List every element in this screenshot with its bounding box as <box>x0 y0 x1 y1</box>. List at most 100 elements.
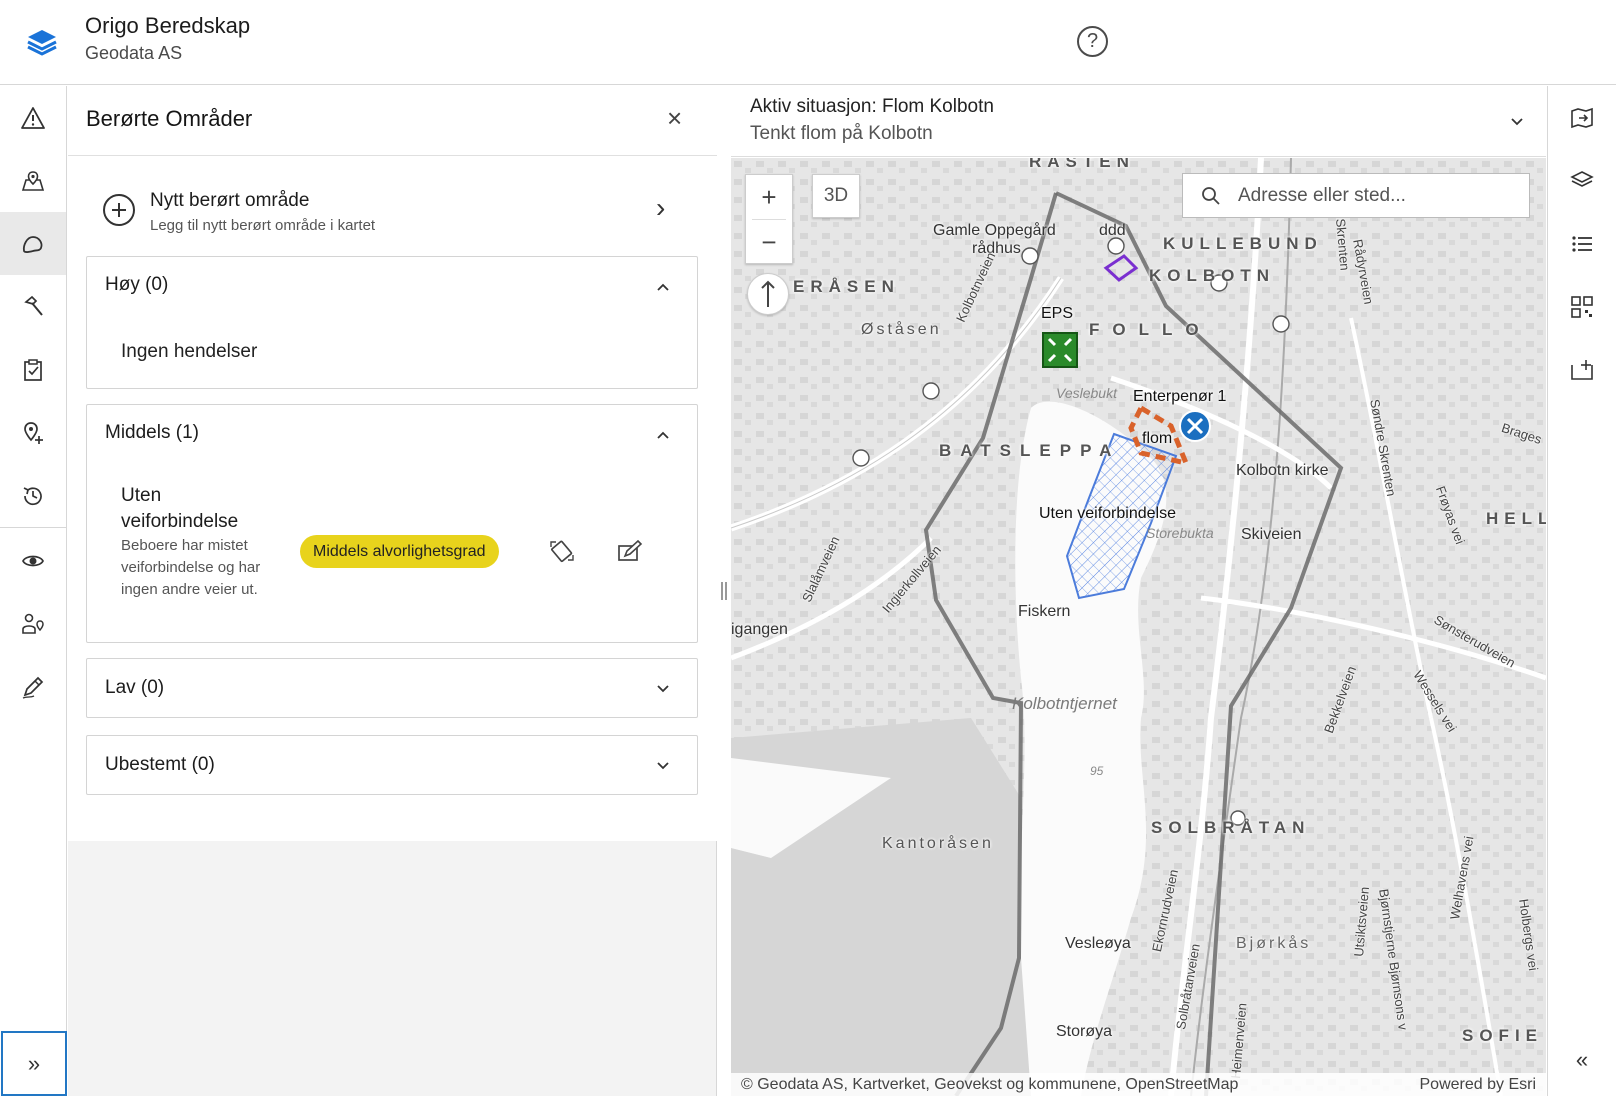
chevron-down-icon <box>1511 118 1523 126</box>
map-label-veslebukta: Veslebukt <box>1056 385 1117 401</box>
app-title: Origo Beredskap <box>85 13 251 38</box>
zoom-out-button[interactable]: − <box>746 220 792 264</box>
situation-subtitle: Tenkt flom på Kolbotn <box>750 123 933 144</box>
panel-header: Berørte Områder × <box>68 86 717 156</box>
splitter-handle[interactable] <box>721 582 727 600</box>
app-header: Origo Beredskap Geodata AS ? <box>0 0 1616 85</box>
compass-arrow-icon <box>761 280 775 307</box>
area-item-description: Beboere har mistet veiforbindelse og har… <box>121 537 261 598</box>
map-label-eps: EPS <box>1041 305 1074 322</box>
map-export-icon <box>1571 107 1593 128</box>
chevron-up-icon[interactable] <box>655 427 671 443</box>
map-label-vesleoya: Vesleøya <box>1065 935 1131 952</box>
active-situation[interactable]: Aktiv situasjon: Flom Kolbotn Tenkt flom… <box>731 86 1546 157</box>
affected-areas-panel: Berørte Områder × Nytt berørt område Leg… <box>68 86 717 1096</box>
map-label-bjorkas: Bjørkås <box>1236 935 1312 952</box>
action-map-pin[interactable] <box>0 149 66 212</box>
group-high: Høy (0) Ingen hendelser <box>86 256 698 389</box>
group-low-title: Lav (0) <box>105 677 165 698</box>
clipboard-check-icon <box>24 358 42 381</box>
attribution-text: © Geodata AS, Kartverket, Geovekst og ko… <box>741 1076 1239 1093</box>
map-container: Aktiv situasjon: Flom Kolbotn Tenkt flom… <box>731 86 1546 1096</box>
warning-icon <box>21 106 45 129</box>
map-view[interactable]: RASTEN KULLEBUND KOLBOTN ERÅSEN FOLLO BA… <box>731 158 1546 1096</box>
affected-area-icon <box>22 235 43 253</box>
zoom-in-button[interactable]: + <box>746 175 792 219</box>
action-divider <box>0 527 66 528</box>
panel-title: Berørte Områder <box>86 106 253 131</box>
search-icon <box>1202 187 1220 205</box>
map-add-icon <box>1571 359 1593 380</box>
chevron-right-icon: › <box>656 192 666 223</box>
map-label-storoya: Storøya <box>1056 1023 1113 1040</box>
action-draw[interactable] <box>0 655 66 718</box>
map-label-rasten: RASTEN <box>1029 158 1135 171</box>
action-qr[interactable] <box>1548 275 1616 338</box>
chevron-down-icon <box>657 762 669 770</box>
question-circle-icon[interactable]: ? <box>1077 26 1108 57</box>
group-medium: Middels (1) Uten veiforbindelse Beboere … <box>86 404 698 643</box>
panel-body: Nytt berørt område Legg til nytt berørt … <box>68 156 717 841</box>
action-history[interactable] <box>0 464 66 527</box>
search-input[interactable] <box>1238 174 1523 217</box>
action-map-export[interactable] <box>1548 86 1616 149</box>
map-label-follo: FOLLO <box>1089 320 1212 339</box>
map-label-hell: HELL <box>1486 509 1546 528</box>
map-label-kullebund: KULLEBUND <box>1163 234 1323 253</box>
map-label-skiveien: Skiveien <box>1241 526 1302 543</box>
action-map-add[interactable] <box>1548 338 1616 401</box>
map-label-erasen: ERÅSEN <box>793 277 900 296</box>
zoom-to-area-icon[interactable] <box>547 536 577 566</box>
qr-code-icon <box>1571 295 1593 318</box>
close-icon[interactable]: × <box>667 105 682 131</box>
map-label-gamle-oppegard: Gamle Oppegård <box>933 222 1056 239</box>
map-label-kolbotn-kirke: Kolbotn kirke <box>1236 462 1329 479</box>
action-affected-areas[interactable] <box>0 212 66 275</box>
new-area-button[interactable]: Nytt berørt område Legg til nytt berørt … <box>86 168 698 246</box>
map-search <box>1182 173 1530 218</box>
add-location-icon <box>24 421 43 444</box>
map-label-igangen: igangen <box>731 621 788 638</box>
action-add-location[interactable] <box>0 401 66 464</box>
eye-icon <box>22 555 44 566</box>
group-high-title[interactable]: Høy (0) <box>105 274 168 296</box>
new-area-subtitle: Legg til nytt berørt område i kartet <box>150 217 376 234</box>
collapse-chevrons-icon[interactable]: « <box>1548 1028 1616 1091</box>
map-label-ostasen: Øståsen <box>861 321 942 338</box>
action-layers[interactable] <box>1548 149 1616 212</box>
action-observe[interactable] <box>0 529 66 592</box>
map-label-storebukta: Storebukta <box>1146 525 1214 541</box>
map-label-kolbotn: KOLBOTN <box>1149 266 1276 285</box>
action-tasks[interactable] <box>0 338 66 401</box>
group-low[interactable]: Lav (0) <box>86 658 698 718</box>
pen-icon <box>22 676 44 699</box>
right-action-bar: « <box>1547 86 1616 1096</box>
compass-button[interactable] <box>747 273 789 315</box>
powered-by-esri[interactable]: Powered by Esri <box>1420 1073 1537 1096</box>
map-label-kantorasen: Kantoråsen <box>882 835 994 852</box>
map-label-depth: 95 <box>1090 764 1104 778</box>
expand-chevrons-icon[interactable]: » <box>1 1031 67 1096</box>
legend-list-icon <box>1572 235 1592 252</box>
group-medium-title[interactable]: Middels (1) <box>105 422 199 444</box>
toggle-3d-button[interactable]: 3D <box>812 174 860 218</box>
map-label-sofie: SOFIE <box>1462 1026 1544 1045</box>
map-label-kolbotntjernet: Kolbotntjernet <box>1012 694 1117 713</box>
map-label-batsleppa: BATSLEPPA <box>939 441 1121 460</box>
hammer-icon <box>24 295 43 316</box>
action-hammer[interactable] <box>0 275 66 338</box>
action-warning[interactable] <box>0 86 66 149</box>
group-undetermined[interactable]: Ubestemt (0) <box>86 735 698 795</box>
chevron-up-icon[interactable] <box>655 279 671 295</box>
organization-name: Geodata AS <box>85 43 183 63</box>
left-action-bar: » <box>0 86 67 1096</box>
edit-area-icon[interactable] <box>615 536 645 566</box>
chevron-down-icon <box>657 685 669 693</box>
action-legend[interactable] <box>1548 212 1616 275</box>
history-icon <box>23 486 42 505</box>
action-personnel[interactable] <box>0 592 66 655</box>
layers-icon <box>1570 170 1594 187</box>
map-label-uten-veiforbindelse: Uten veiforbindelse <box>1039 505 1176 522</box>
layers-logo-icon <box>27 30 57 56</box>
plus-circle-icon <box>103 194 135 226</box>
